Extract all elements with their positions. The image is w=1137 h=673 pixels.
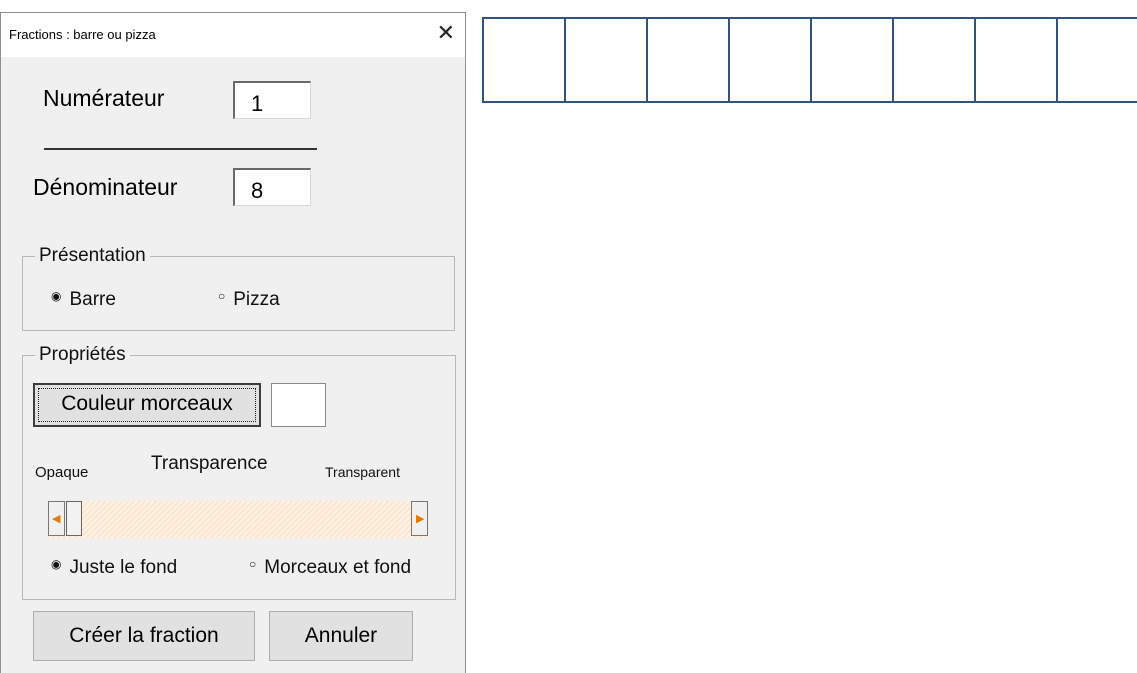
presentation-group: Présentation [22,245,455,331]
radio-selected-icon: ◉ [51,289,62,303]
radio-unselected-icon: ○ [249,557,257,571]
fraction-bar-segment [976,19,1058,101]
fraction-bar-segment [1058,19,1137,101]
piece-color-button-label: Couleur morceaux [61,392,233,415]
scroll-thumb[interactable] [66,501,82,536]
radio-pizza-label: Pizza [233,289,280,310]
properties-legend: Propriétés [39,344,126,365]
fraction-bar-segment [812,19,894,101]
scroll-right-button[interactable]: ▶ [411,501,428,536]
fraction-dialog: Fractions : barre ou pizza ✕ Numérateur … [0,12,466,673]
piece-color-button[interactable]: Couleur morceaux [33,383,261,427]
presentation-legend: Présentation [39,245,146,266]
denominator-label: Dénominateur [33,174,178,200]
denominator-input[interactable]: 8 [233,168,311,206]
fraction-line [44,148,317,150]
fraction-bar-segment [566,19,648,101]
transparency-scrollbar[interactable]: ◀ ▶ [48,501,428,538]
create-fraction-button[interactable]: Créer la fraction [33,611,255,661]
scroll-left-button[interactable]: ◀ [48,501,65,536]
transparency-label: Transparence [151,453,268,474]
radio-pieces-and-background[interactable]: ○ Morceaux et fond [249,557,411,579]
cancel-button[interactable]: Annuler [269,611,413,661]
transparent-label: Transparent [325,464,400,480]
numerator-input[interactable]: 1 [233,81,311,119]
radio-barre-label: Barre [69,289,116,310]
fraction-bar [482,17,1137,103]
opaque-label: Opaque [35,464,89,481]
radio-pizza[interactable]: ○ Pizza [218,289,280,311]
arrow-right-icon: ▶ [416,513,425,525]
close-icon[interactable]: ✕ [437,21,455,45]
color-swatch[interactable] [271,383,326,427]
dialog-title: Fractions : barre ou pizza [9,27,156,42]
numerator-label: Numérateur [43,85,165,111]
radio-pieces-and-background-label: Morceaux et fond [264,557,412,578]
fraction-bar-segment [648,19,730,101]
radio-selected-icon: ◉ [51,557,62,571]
fraction-bar-segment [484,19,566,101]
radio-background-only[interactable]: ◉ Juste le fond [51,557,177,579]
radio-unselected-icon: ○ [218,289,226,303]
radio-background-only-label: Juste le fond [69,557,178,578]
title-bar: Fractions : barre ou pizza ✕ [1,13,465,57]
fraction-bar-segment [894,19,976,101]
radio-barre[interactable]: ◉ Barre [51,289,116,311]
arrow-left-icon: ◀ [52,513,61,525]
fraction-bar-segment [730,19,812,101]
